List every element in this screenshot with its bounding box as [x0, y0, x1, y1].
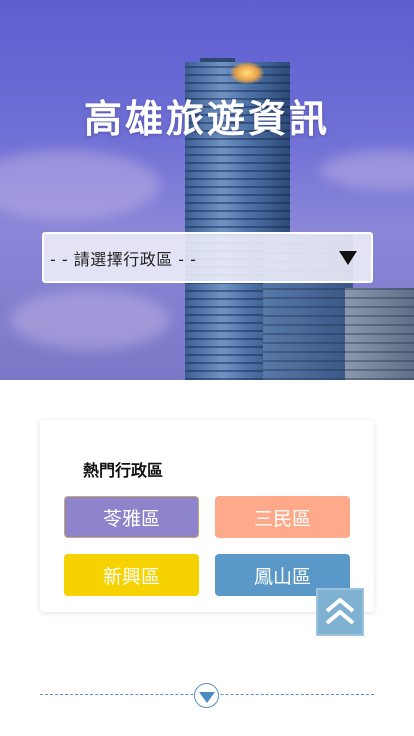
building-image [345, 288, 414, 380]
district-select[interactable]: - - 請選擇行政區 - - [42, 232, 373, 283]
cloud [10, 290, 170, 350]
popular-districts-title: 熱門行政區 [83, 461, 164, 480]
popular-districts-card: 熱門行政區 苓雅區 三民區 新興區 鳳山區 [40, 420, 374, 612]
scroll-down-button[interactable] [194, 683, 219, 708]
back-to-top-button[interactable] [316, 588, 364, 636]
district-select-value: - - 請選擇行政區 - - [50, 249, 197, 269]
triangle-down-icon [198, 691, 215, 703]
district-button-lingya[interactable]: 苓雅區 [64, 496, 199, 538]
district-button-sanmin[interactable]: 三民區 [215, 496, 350, 538]
page-title: 高雄旅遊資訊 [83, 97, 330, 141]
hero-banner: 高雄旅遊資訊 - - 請選擇行政區 - - [0, 0, 414, 380]
caret-down-icon [339, 250, 357, 265]
double-chevron-up-icon [325, 598, 355, 625]
cloud [0, 150, 160, 220]
district-button-xinxing[interactable]: 新興區 [64, 554, 199, 596]
cloud [320, 150, 414, 190]
tower-light [230, 62, 264, 84]
